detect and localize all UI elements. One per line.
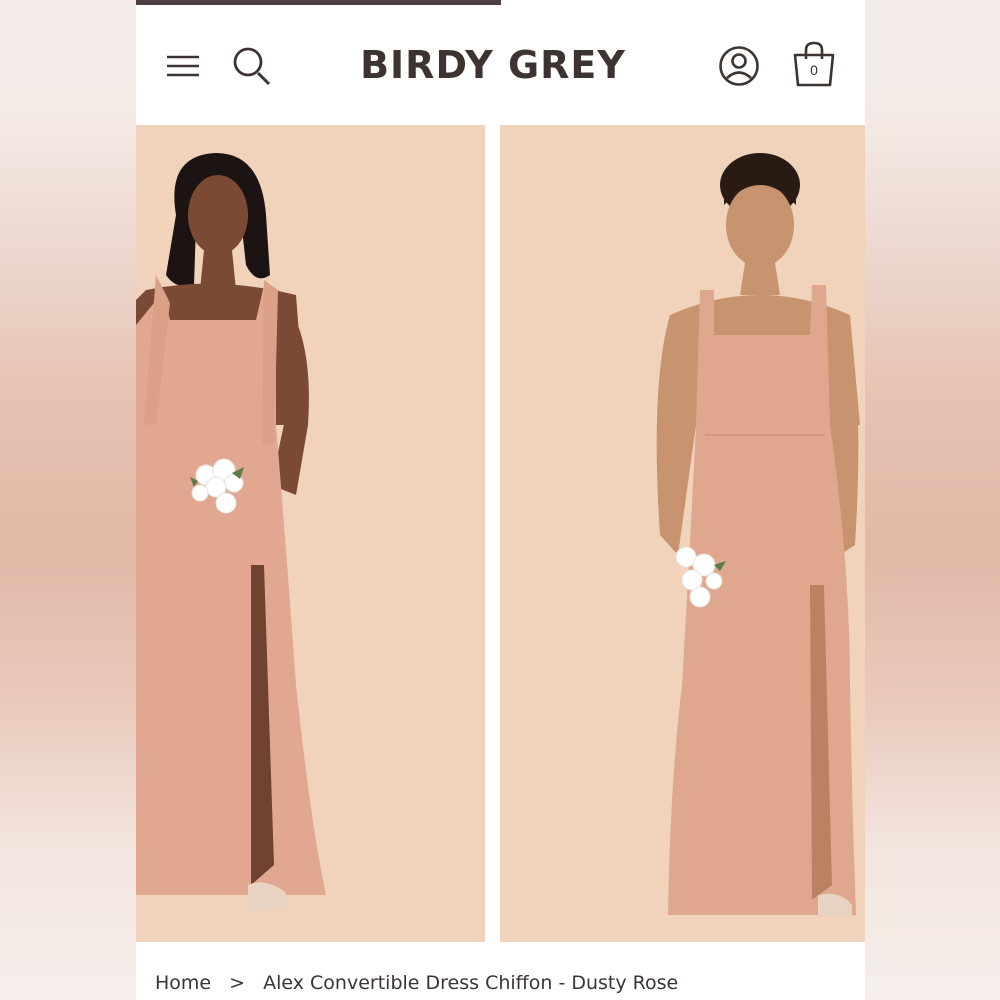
- product-photo-illustration: [136, 125, 485, 942]
- site-header: BIRDY GREY 0: [136, 5, 865, 125]
- breadcrumb-home-link[interactable]: Home: [155, 972, 211, 994]
- product-photo-front-alt[interactable]: [500, 125, 865, 942]
- mobile-page: BIRDY GREY 0 Home > Alex Convertible Dre…: [136, 0, 865, 1000]
- brand-logo[interactable]: BIRDY GREY: [316, 43, 670, 87]
- product-photo-illustration: [500, 125, 865, 942]
- breadcrumb-separator: >: [229, 972, 246, 994]
- menu-icon[interactable]: [166, 49, 200, 83]
- breadcrumb-current-page: Alex Convertible Dress Chiffon - Dusty R…: [263, 972, 679, 994]
- cart-count: 0: [810, 62, 818, 78]
- breadcrumb: Home > Alex Convertible Dress Chiffon - …: [155, 972, 690, 994]
- product-photo-front[interactable]: [136, 125, 485, 942]
- search-icon[interactable]: [232, 45, 272, 87]
- account-icon[interactable]: [718, 45, 760, 87]
